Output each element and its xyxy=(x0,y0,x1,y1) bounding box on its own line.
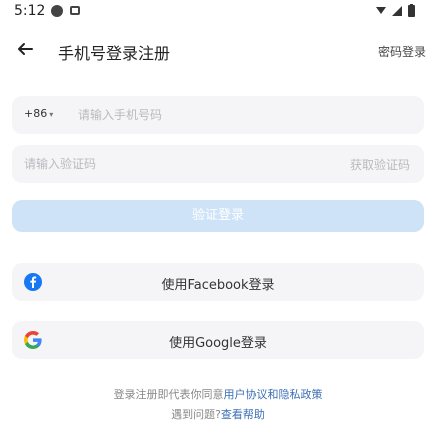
country-code-selector[interactable]: +86 ▾ xyxy=(24,107,53,120)
facebook-login-label: 使用Facebook登录 xyxy=(161,278,275,293)
terms-link[interactable]: 用户协议和隐私政策 xyxy=(224,388,323,401)
facebook-login-button[interactable]: 使用Facebook登录 xyxy=(12,263,424,301)
code-input[interactable] xyxy=(24,145,324,183)
get-code-button[interactable]: 获取验证码 xyxy=(350,156,410,173)
help-link[interactable]: 查看帮助 xyxy=(221,408,265,421)
google-login-label: 使用Google登录 xyxy=(169,336,267,351)
help-prefix: 遇到问题? xyxy=(171,408,221,421)
code-field: 获取验证码 xyxy=(12,145,424,183)
country-code: +86 xyxy=(24,107,48,120)
phone-input[interactable] xyxy=(78,96,408,134)
wifi-icon xyxy=(376,7,386,14)
page-title: 手机号登录注册 xyxy=(58,44,171,63)
nav-bar: 手机号登录注册 密码登录 xyxy=(0,32,436,68)
back-arrow-icon[interactable] xyxy=(14,38,36,60)
password-login-link[interactable]: 密码登录 xyxy=(378,43,426,60)
battery-icon xyxy=(408,5,415,17)
screenshot-icon xyxy=(70,6,80,15)
status-icons xyxy=(376,4,415,17)
google-login-button[interactable]: 使用Google登录 xyxy=(12,321,424,359)
status-bar: 5:12 xyxy=(0,0,436,26)
notification-icon xyxy=(51,5,63,17)
terms-text: 登录注册即代表你同意用户协议和隐私政策 xyxy=(0,386,436,402)
verify-login-button[interactable]: 验证登录 xyxy=(12,200,424,232)
help-text: 遇到问题?查看帮助 xyxy=(0,406,436,422)
signal-icon xyxy=(392,6,402,16)
chevron-down-icon: ▾ xyxy=(49,110,54,119)
phone-field: +86 ▾ xyxy=(12,96,424,134)
terms-prefix: 登录注册即代表你同意 xyxy=(113,388,224,401)
status-time: 5:12 xyxy=(14,3,46,19)
